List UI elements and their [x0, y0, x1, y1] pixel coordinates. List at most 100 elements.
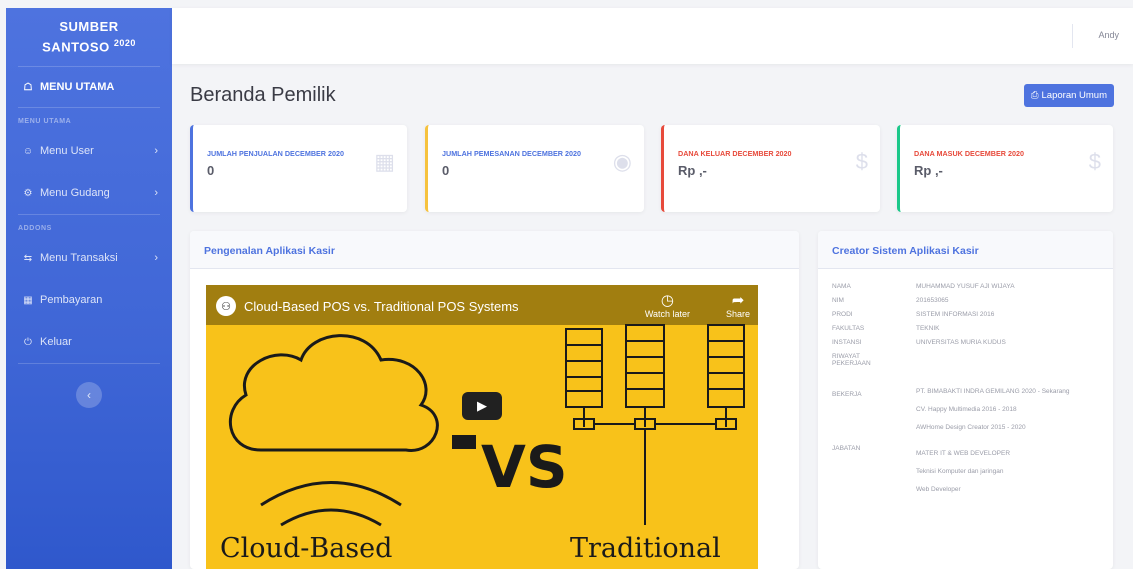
sidebar-heading-menu-utama: MENU UTAMA — [18, 118, 72, 125]
video-thumbnail — [206, 285, 758, 527]
info-value — [916, 353, 1102, 383]
sidebar-item-label: MENU UTAMA — [40, 81, 115, 93]
sidebar-item-menu-utama[interactable]: ☖ MENU UTAMA — [6, 67, 172, 107]
sidebar-item-menu-transaksi[interactable]: ⇆ Menu Transaksi › — [6, 237, 172, 279]
stat-card-dana-keluar: DANA KELUAR DECEMBER 2020 Rp ,- $ — [661, 125, 880, 212]
stat-card-value: 0 — [442, 163, 450, 178]
sidebar-item-label: Menu Gudang — [40, 187, 110, 199]
watch-later-button[interactable]: ◷ Watch later — [644, 293, 690, 320]
share-button[interactable]: ➦ Share — [725, 292, 750, 320]
calendar-icon: ▦ — [374, 149, 395, 174]
intro-panel: Pengenalan Aplikasi Kasir ⚇ Cloud-Based … — [190, 231, 799, 569]
transaction-icon: ⇆ — [23, 252, 33, 264]
stat-card-pemesanan: JUMLAH PEMESANAN DECEMBER 2020 0 ◉ — [425, 125, 644, 212]
intro-panel-title: Pengenalan Aplikasi Kasir — [190, 231, 799, 269]
info-row: NAMA MUHAMMAD YUSUF AJI WIJAYA — [832, 283, 1102, 297]
sidebar-item-menu-gudang[interactable]: ⚙ Menu Gudang › — [6, 172, 172, 214]
info-value: TEKNIK — [916, 325, 940, 332]
warehouse-icon: ⚙ — [23, 187, 33, 199]
info-key: FAKULTAS — [832, 325, 865, 332]
share-icon: ➦ — [731, 292, 745, 309]
info-value: MATER IT & WEB DEVELOPER — [916, 450, 1011, 457]
video-right-caption: Traditional — [570, 533, 721, 564]
sidebar: SUMBER SANTOSO 2020 ☖ MENU UTAMA MENU UT… — [6, 8, 172, 569]
sidebar-item-pembayaran[interactable]: ▦ Pembayaran — [6, 279, 172, 321]
creator-info-table: NAMA MUHAMMAD YUSUF AJI WIJAYA NIM 20165… — [832, 283, 1102, 501]
stat-card-value: Rp ,- — [678, 163, 707, 178]
sidebar-item-keluar[interactable]: ⏻ Keluar — [6, 321, 172, 363]
info-row: INSTANSI UNIVERSITAS MURIA KUDUS — [832, 339, 1102, 353]
info-value: Web Developer — [916, 486, 961, 493]
user-icon: ☺ — [22, 145, 34, 157]
creator-panel: Creator Sistem Aplikasi Kasir NAMA MUHAM… — [818, 231, 1113, 569]
info-key: PRODI — [832, 311, 853, 318]
info-value: AWHome Design Creator 2015 - 2020 — [916, 424, 1026, 431]
sidebar-toggle-button[interactable]: ‹ — [76, 382, 102, 408]
topbar: Andy — [172, 8, 1133, 64]
stat-card-label: JUMLAH PENJUALAN DECEMBER 2020 — [207, 149, 344, 158]
stat-card-penjualan: JUMLAH PENJUALAN DECEMBER 2020 0 ▦ — [190, 125, 407, 212]
info-key: RIWAYAT PEKERJAAN — [832, 353, 871, 367]
chevron-right-icon: › — [154, 252, 158, 264]
home-icon: ☖ — [23, 81, 33, 93]
topbar-divider — [1072, 24, 1073, 48]
video-title-bar[interactable]: ⚇ Cloud-Based POS vs. Traditional POS Sy… — [216, 296, 519, 316]
payment-icon: ▦ — [23, 294, 33, 306]
power-icon: ⏻ — [24, 336, 32, 348]
info-value: MUHAMMAD YUSUF AJI WIJAYA — [916, 283, 1015, 290]
sidebar-item-label: Pembayaran — [40, 294, 103, 306]
info-key: JABATAN — [832, 445, 861, 452]
chevron-right-icon: › — [154, 145, 158, 157]
brand-line1: SUMBER — [59, 19, 119, 35]
stat-card-dana-masuk: DANA MASUK DECEMBER 2020 Rp ,- $ — [897, 125, 1113, 212]
info-row: PRODI SISTEM INFORMASI 2016 — [832, 311, 1102, 325]
brand-year: 2020 — [113, 38, 136, 49]
video-title: Cloud-Based POS vs. Traditional POS Syst… — [244, 298, 519, 314]
stat-card-label: DANA MASUK DECEMBER 2020 — [914, 149, 1024, 158]
dollar-icon: $ — [855, 149, 868, 174]
chevron-right-icon: › — [154, 187, 158, 199]
info-row: JABATAN MATER IT & WEB DEVELOPER Teknisi… — [832, 445, 1102, 501]
report-button-label: Laporan Umum — [1041, 90, 1107, 101]
info-value: SISTEM INFORMASI 2016 — [916, 311, 995, 318]
brand-logo[interactable]: SUMBER SANTOSO 2020 — [6, 8, 172, 66]
video-left-caption: Cloud-Based — [220, 533, 393, 564]
play-button[interactable]: ▶ — [462, 392, 502, 420]
watch-later-label: Watch later — [644, 309, 690, 319]
sidebar-item-label: Menu User — [40, 145, 94, 157]
info-key: BEKERJA — [832, 391, 862, 398]
share-label: Share — [725, 309, 750, 319]
page-title: Beranda Pemilik — [190, 84, 336, 106]
creator-panel-title: Creator Sistem Aplikasi Kasir — [818, 231, 1113, 269]
channel-avatar-icon: ⚇ — [216, 296, 236, 316]
report-button[interactable]: ⎙ Laporan Umum — [1023, 84, 1114, 107]
info-row: NIM 201653065 — [832, 297, 1102, 311]
sidebar-item-label: Keluar — [40, 336, 72, 348]
info-row: FAKULTAS TEKNIK — [832, 325, 1102, 339]
stat-card-value: Rp ,- — [914, 163, 943, 178]
vs-text: VS — [481, 433, 568, 501]
stat-card-value: 0 — [207, 163, 215, 178]
chevron-left-icon: ‹ — [87, 388, 91, 402]
sidebar-item-label: Menu Transaksi — [40, 252, 118, 264]
info-value: CV. Happy Multimedia 2016 - 2018 — [916, 406, 1017, 413]
info-value: Teknisi Komputer dan jaringan — [916, 468, 1004, 475]
info-key: INSTANSI — [832, 339, 862, 346]
info-value: UNIVERSITAS MURIA KUDUS — [916, 339, 1006, 346]
play-icon: ▶ — [477, 398, 487, 413]
info-key: NIM — [832, 297, 844, 304]
comments-icon: ◉ — [612, 149, 632, 174]
sidebar-item-menu-user[interactable]: ☺ Menu User › — [6, 130, 172, 172]
info-row: BEKERJA PT. BIMABAKTI INDRA GEMILANG 202… — [832, 383, 1102, 445]
sidebar-heading-addons: ADDONS — [18, 225, 52, 232]
sidebar-divider — [18, 363, 160, 364]
stat-card-label: DANA KELUAR DECEMBER 2020 — [678, 149, 792, 158]
dollar-icon: $ — [1088, 149, 1101, 174]
info-value: 201653065 — [916, 297, 949, 304]
print-icon: ⎙ — [1030, 90, 1039, 101]
user-menu[interactable]: Andy — [1098, 30, 1119, 40]
brand-line2: SANTOSO — [42, 39, 110, 55]
info-value: PT. BIMABAKTI INDRA GEMILANG 2020 - Seka… — [916, 388, 1070, 395]
video-player[interactable]: ⚇ Cloud-Based POS vs. Traditional POS Sy… — [206, 285, 758, 569]
info-key: NAMA — [832, 283, 851, 290]
